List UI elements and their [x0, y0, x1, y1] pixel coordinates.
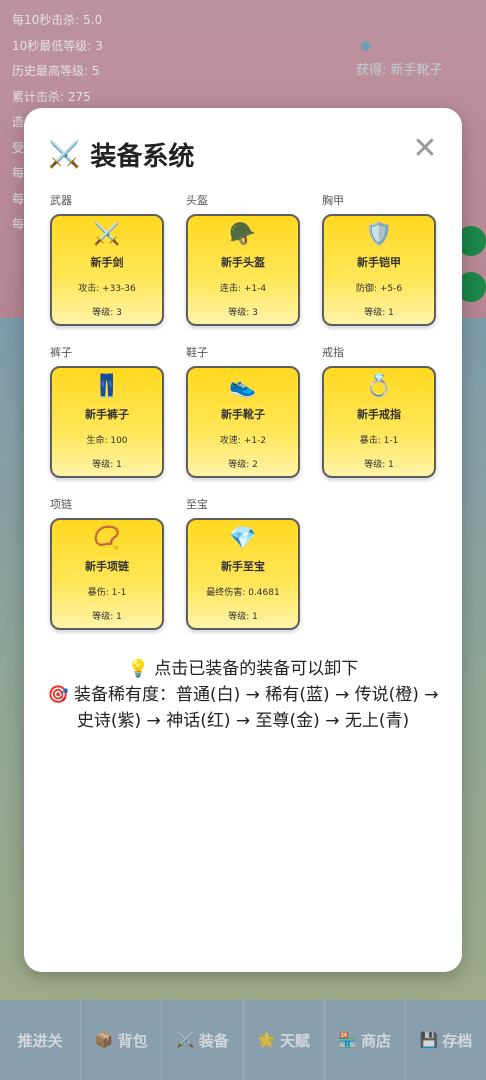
slot-label: 鞋子	[186, 346, 208, 359]
equipment-card[interactable]: 👖 新手裤子 生命: 100 等级: 1	[50, 366, 164, 478]
close-button[interactable]: ✕	[410, 134, 440, 164]
item-name: 新手项链	[85, 560, 129, 573]
item-stat: 防御: +5-6	[355, 284, 403, 294]
slot-weapon: 武器 ⚔️ 新手剑 攻击: +33-36 等级: 3	[50, 192, 164, 326]
equipment-card[interactable]: 💎 新手至宝 最终伤害: 0.4681 等级: 1	[186, 518, 300, 630]
item-level: 等级: 1	[364, 460, 394, 470]
slot-ring: 戒指 💍 新手戒指 暴击: 1-1 等级: 1	[322, 344, 436, 478]
shield-icon: 🛡️	[365, 222, 393, 247]
item-name: 新手铠甲	[357, 256, 401, 269]
rarity-tip: 🎯 装备稀有度：普通(白) → 稀有(蓝) → 传说(橙) → 史诗(紫) → …	[47, 685, 439, 731]
item-stat: 最终伤害: 0.4681	[206, 588, 280, 598]
item-name: 新手戒指	[357, 408, 401, 421]
item-stat: 攻击: +33-36	[78, 284, 136, 294]
equipment-card[interactable]: 🛡️ 新手铠甲 防御: +5-6 等级: 1	[322, 214, 436, 326]
item-name: 新手裤子	[85, 408, 129, 421]
slot-label: 头盔	[186, 194, 208, 207]
item-level: 等级: 3	[92, 308, 122, 318]
item-stat: 生命: 100	[86, 436, 128, 446]
item-stat: 连击: +1-4	[219, 284, 267, 294]
equipment-card[interactable]: ⚔️ 新手剑 攻击: +33-36 等级: 3	[50, 214, 164, 326]
item-stat: 暴伤: 1-1	[87, 588, 127, 598]
slot-pants: 裤子 👖 新手裤子 生命: 100 等级: 1	[50, 344, 164, 478]
equipment-modal: ⚔️ 装备系统 ✕ 武器 ⚔️ 新手剑 攻击: +33-36 等级: 3 头盔 …	[24, 108, 462, 972]
item-name: 新手头盔	[221, 256, 265, 269]
item-level: 等级: 3	[228, 308, 258, 318]
item-level: 等级: 1	[228, 612, 258, 622]
modal-title-text: 装备系统	[90, 142, 195, 172]
crossed-swords-icon: ⚔️	[48, 139, 81, 170]
pants-icon: 👖	[93, 374, 121, 399]
item-name: 新手至宝	[221, 560, 265, 573]
shoe-icon: 👟	[229, 374, 257, 399]
gem-icon: 💎	[229, 526, 257, 551]
slot-label: 戒指	[322, 346, 344, 359]
unequip-tip: 💡 点击已装备的装备可以卸下	[127, 659, 359, 679]
item-stat: 攻速: +1-2	[219, 436, 267, 446]
slot-label: 至宝	[186, 498, 208, 511]
slot-label: 项链	[50, 498, 72, 511]
slot-necklace: 项链 📿 新手项链 暴伤: 1-1 等级: 1	[50, 496, 164, 630]
helmet-icon: 🪖	[229, 222, 257, 247]
equipment-card[interactable]: 👟 新手靴子 攻速: +1-2 等级: 2	[186, 366, 300, 478]
item-stat: 暴击: 1-1	[359, 436, 399, 446]
slot-shoes: 鞋子 👟 新手靴子 攻速: +1-2 等级: 2	[186, 344, 300, 478]
item-level: 等级: 1	[92, 460, 122, 470]
equipment-card[interactable]: 💍 新手戒指 暴击: 1-1 等级: 1	[322, 366, 436, 478]
slot-treasure: 至宝 💎 新手至宝 最终伤害: 0.4681 等级: 1	[186, 496, 300, 630]
item-name: 新手靴子	[221, 408, 265, 421]
item-level: 等级: 1	[92, 612, 122, 622]
ring-icon: 💍	[365, 374, 393, 399]
slot-label: 裤子	[50, 346, 72, 359]
modal-title: ⚔️ 装备系统	[48, 136, 194, 173]
slot-label: 武器	[50, 194, 72, 207]
necklace-icon: 📿	[93, 526, 121, 551]
sword-icon: ⚔️	[93, 222, 121, 247]
tips-panel: 💡 点击已装备的装备可以卸下 🎯 装备稀有度：普通(白) → 稀有(蓝) → 传…	[46, 656, 440, 734]
equipment-card[interactable]: 🪖 新手头盔 连击: +1-4 等级: 3	[186, 214, 300, 326]
item-level: 等级: 1	[364, 308, 394, 318]
slot-armor: 胸甲 🛡️ 新手铠甲 防御: +5-6 等级: 1	[322, 192, 436, 326]
slot-helmet: 头盔 🪖 新手头盔 连击: +1-4 等级: 3	[186, 192, 300, 326]
item-name: 新手剑	[90, 256, 124, 269]
item-level: 等级: 2	[228, 460, 258, 470]
equipment-card[interactable]: 📿 新手项链 暴伤: 1-1 等级: 1	[50, 518, 164, 630]
slot-label: 胸甲	[322, 194, 344, 207]
